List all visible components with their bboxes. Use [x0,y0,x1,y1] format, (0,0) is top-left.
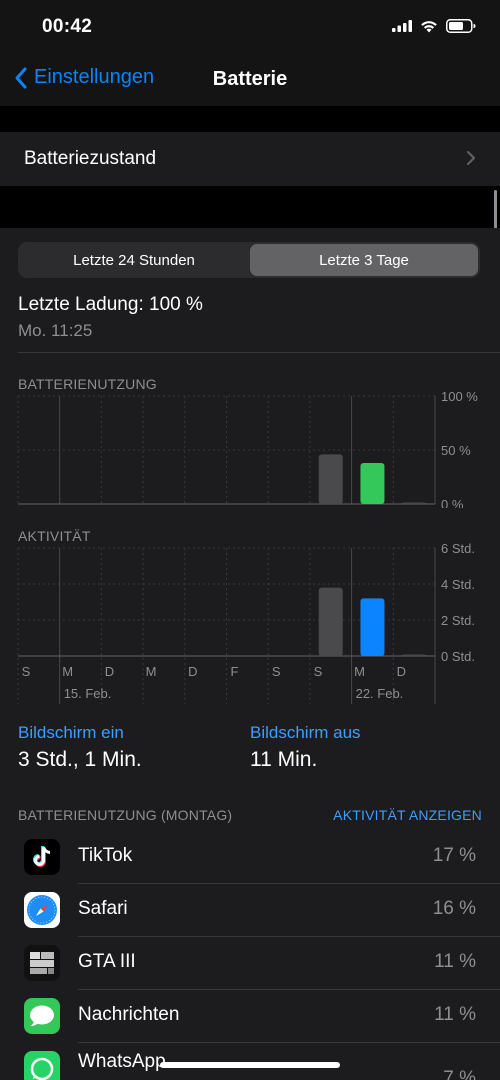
app-percent: 11 % [434,1004,476,1025]
app-row-gta-iii[interactable]: GTA III 11 % [0,937,500,990]
status-time: 00:42 [42,16,93,37]
home-indicator[interactable] [160,1062,340,1068]
y-tick-label: 2 Std. [441,613,475,628]
x-tick-label: S [22,664,31,679]
segment-last-24-hours[interactable]: Letzte 24 Stunden [20,244,248,276]
week-label: 15. Feb. [64,686,112,701]
chevron-right-icon [467,151,475,165]
app-percent: 16 % [432,898,476,919]
bar [360,462,385,504]
last-charge-text: Letzte Ladung: 100 % [18,294,203,315]
gta-icon [24,945,60,981]
battery-health-label: Batteriezustand [24,148,157,169]
y-tick-label: 0 % [441,497,464,508]
page-title: Batterie [212,68,288,90]
app-row-safari[interactable]: Safari 16 % [0,884,500,937]
battery-usage-chart: 100 % 50 % 0 % [17,389,478,508]
app-name: GTA III [78,951,136,972]
y-tick-label: 50 % [441,443,471,458]
screen-on-value: 3 Std., 1 Min. [18,748,142,771]
last-charge-time: Mo. 11:25 [18,321,93,340]
battery-card: Letzte 24 Stunden Letzte 3 Tage Letzte L… [0,228,500,1080]
app-name: TikTok [78,845,133,866]
y-tick-label: 0 Std. [441,649,475,664]
x-tick-label: M [62,664,73,679]
x-tick-label: M [354,664,365,679]
x-tick-label: F [231,664,239,679]
app-name: Nachrichten [78,1004,180,1025]
bar [402,502,427,504]
status-icons [392,19,476,33]
cellular-signal-icon [392,20,412,32]
segment-last-3-days[interactable]: Letzte 3 Tage [250,244,478,276]
whatsapp-icon [24,1051,60,1080]
bar [318,454,343,504]
x-tick-label: D [397,664,406,679]
app-row-tiktok[interactable]: TikTok 17 % [0,831,500,884]
battery-health-row[interactable]: Batteriezustand [0,132,500,186]
screen-off-label: Bildschirm aus [250,723,361,742]
app-percent: 7 % [443,1068,476,1080]
x-tick-label: S [314,664,323,679]
show-activity-link[interactable]: AKTIVITÄT ANZEIGEN [333,807,482,823]
wifi-icon [421,20,437,32]
week-label: 22. Feb. [356,686,404,701]
x-tick-label: D [188,664,197,679]
bar [402,654,427,656]
time-range-segmented-control: Letzte 24 Stunden Letzte 3 Tage [18,242,480,278]
usage-section-header: BATTERIENUTZUNG (MONTAG) [18,807,233,823]
messages-icon [24,998,60,1034]
x-tick-label: M [146,664,157,679]
x-tick-label: D [105,664,114,679]
app-name: Safari [78,898,128,919]
x-tick-label: S [272,664,281,679]
y-tick-label: 6 Std. [441,541,475,556]
activity-chart: 6 Std. 4 Std. 2 Std. 0 Std. S M D M D F S S M D 15. Fe… [17,541,475,704]
safari-icon [24,892,60,928]
tiktok-icon [24,839,60,875]
y-tick-label: 4 Std. [441,577,475,592]
app-name: WhatsApp [78,1051,166,1072]
divider [18,352,500,353]
status-bar: 00:42 [0,0,500,54]
screen-off-value: 11 Min. [250,748,318,771]
app-percent: 11 % [434,951,476,972]
bar [360,598,385,656]
navigation-bar: Einstellungen Batterie [0,54,500,106]
app-percent: 17 % [432,845,476,866]
app-row-messages[interactable]: Nachrichten 11 % [0,990,500,1043]
battery-icon [446,19,476,33]
screen-on-label: Bildschirm ein [18,723,124,742]
y-tick-label: 100 % [441,389,478,404]
bar [318,587,343,656]
